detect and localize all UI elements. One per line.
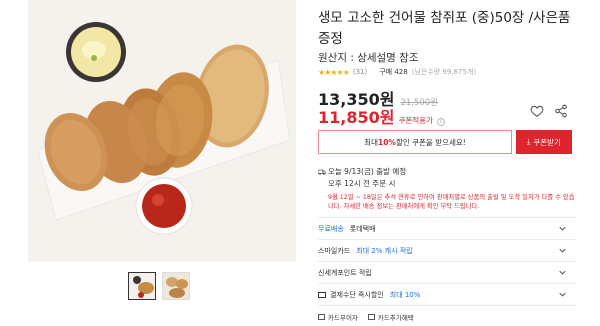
origin-text: 원산지 : 상세설명 참조: [318, 52, 419, 64]
stock-count: (남은수량 99,675개): [411, 68, 477, 76]
download-icon: ⤓: [527, 137, 531, 146]
product-image: [28, 0, 296, 262]
product-title: 생모 고소한 건어물 참쥐포 (중)50장 /사은품 증정: [318, 10, 571, 47]
row-free-shipping[interactable]: 무료배송 롯데택배: [318, 217, 576, 239]
payment-discount-benefit: 최대 10%: [389, 290, 421, 299]
card-icon: [367, 313, 375, 320]
coupon-banner-prefix: 최대: [364, 137, 378, 147]
coupon-banner[interactable]: 최대 10% 할인 쿠폰을 받으세요!: [318, 130, 512, 154]
truck-icon: [318, 169, 326, 175]
payment-discount-label: 결제수단 즉시할인: [330, 290, 384, 299]
smile-card-label: 스마일카드: [318, 246, 351, 255]
chevron-down-icon: [559, 292, 566, 297]
coupon-banner-suffix: 할인 쿠폰을 받으세요!: [395, 137, 466, 147]
smile-card-benefit: 최대 2% 캐시 적립: [356, 246, 413, 255]
coupon-price: 11,850원: [318, 108, 395, 127]
shinsegae-point-label: 신세계포인트 적립: [318, 268, 372, 277]
card-installment-label: 카드무이자: [328, 313, 358, 322]
delivery-date-text: 오늘 9/13(금) 출발 예정: [328, 167, 407, 176]
rating-stars: ★★★★★: [318, 67, 350, 77]
coupon-price-row: 11,850원 쿠폰적용가 i: [318, 104, 445, 128]
info-icon[interactable]: i: [436, 118, 445, 126]
card-installment-button[interactable]: 카드무이자: [318, 312, 358, 322]
get-coupon-button[interactable]: ⤓ 쿠폰받기: [516, 130, 572, 154]
row-shinsegae-point[interactable]: 신세계포인트 적립: [318, 261, 576, 283]
free-shipping-label: 무료배송: [318, 224, 344, 233]
coupon-price-label: 쿠폰적용가: [398, 116, 433, 125]
product-info-panel: 생모 고소한 건어물 참쥐포 (중)50장 /사은품 증정 원산지 : 상세설명…: [318, 0, 576, 326]
card-icon: [318, 313, 325, 320]
card-extra-benefit-label: 카드추가혜택: [377, 313, 414, 322]
delivery-notice: 9월 12일 ~ 18일은 추석 연휴로 인하여 판매처별로 상품의 출발 및 …: [328, 194, 575, 210]
share-icon[interactable]: [554, 104, 568, 118]
benefit-rows: 무료배송 롯데택배 스마일카드 최대 2% 캐시 적립 신세계포인트 적립 결제…: [318, 217, 576, 326]
card-extra-benefit-button[interactable]: 카드추가혜택: [367, 312, 414, 322]
delivery-cutoff: 오후 12시 전 주문 시: [328, 179, 396, 188]
review-count[interactable]: (31): [353, 68, 367, 76]
row-smile-card[interactable]: 스마일카드 최대 2% 캐시 적립: [318, 239, 576, 261]
thumbnail-2[interactable]: [162, 272, 190, 300]
row-card-options: 카드무이자 카드추가혜택: [318, 305, 576, 326]
rating-row: ★★★★★ (31) 구매 428 (남은수량 99,675개): [318, 67, 476, 77]
chevron-down-icon: [559, 270, 566, 275]
get-coupon-label: 쿠폰받기: [533, 137, 561, 147]
heart-icon[interactable]: [530, 104, 544, 118]
coupon-banner-highlight: 10%: [377, 137, 396, 147]
chevron-down-icon: [559, 248, 566, 253]
delivery-date: 오늘 9/13(금) 출발 예정: [318, 166, 576, 178]
thumbnail-1[interactable]: [128, 272, 156, 300]
card-icon: [318, 291, 326, 298]
row-payment-discount[interactable]: 결제수단 즉시할인 최대 10%: [318, 283, 576, 305]
shipping-carrier: 롯데택배: [349, 224, 376, 233]
delivery-info: 오늘 9/13(금) 출발 예정 오후 12시 전 주문 시 9월 12일 ~ …: [318, 166, 576, 211]
thumbnail-strip: [128, 272, 190, 300]
purchase-count: 구매 428: [379, 68, 408, 76]
chevron-down-icon: [559, 226, 566, 231]
